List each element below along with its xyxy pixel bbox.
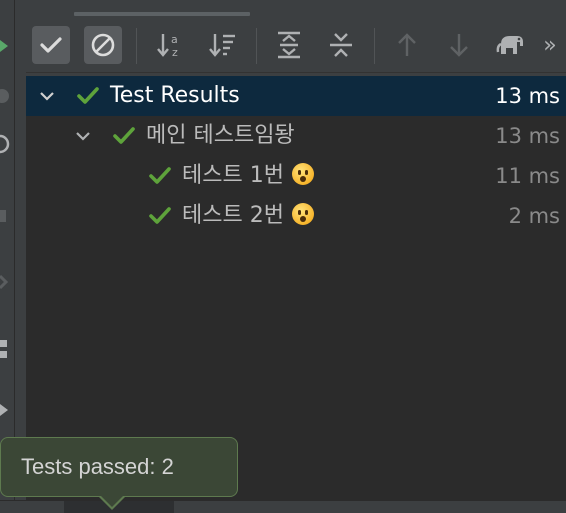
expand-all-button[interactable]: [270, 26, 308, 64]
sort-by-duration-button[interactable]: [204, 26, 242, 64]
tree-row-test[interactable]: 테스트 2번 2 ms: [26, 196, 566, 236]
next-failed-button[interactable]: [440, 26, 478, 64]
passed-check-icon: [77, 87, 99, 104]
rerun-failed-icon[interactable]: [0, 132, 12, 156]
tree-row-test[interactable]: 테스트 1번 11 ms: [26, 156, 566, 196]
tree-row-root[interactable]: Test Results 13 ms: [26, 76, 566, 116]
status-bar: [0, 500, 566, 513]
hushed-face-icon: [291, 163, 314, 185]
sort-alphabetically-button[interactable]: a z: [152, 26, 190, 64]
show-ignored-toggle[interactable]: [84, 26, 122, 64]
active-tab-indicator: [74, 12, 250, 16]
ignored-icon: [91, 33, 115, 57]
svg-text:z: z: [172, 46, 178, 59]
test-name: 테스트 2번: [182, 203, 284, 228]
tree-row-label: 테스트 2번: [182, 202, 314, 230]
tree-row-label: Test Results: [110, 83, 240, 108]
chevron-down-icon[interactable]: [74, 127, 92, 145]
tree-row-duration: 2 ms: [508, 204, 560, 228]
balloon-text: Tests passed: 2: [21, 454, 174, 479]
layout-icon[interactable]: [0, 338, 12, 362]
test-name: 테스트 1번: [182, 163, 284, 188]
sort-alpha-icon: a z: [157, 33, 178, 59]
tree-row-label: 메인 테스트임돵: [146, 123, 295, 148]
hushed-face-icon: [291, 203, 314, 225]
passed-check-icon: [149, 167, 171, 184]
double-chevron-right-icon: »: [543, 32, 557, 58]
run-icon[interactable]: [0, 34, 12, 58]
svg-text:a: a: [171, 33, 178, 46]
tree-row-label: 테스트 1번: [182, 162, 314, 190]
balloon-pointer-fill: [100, 495, 124, 507]
more-actions-button[interactable]: »: [534, 26, 566, 64]
tree-row-suite[interactable]: 메인 테스트임돵 13 ms: [26, 116, 566, 156]
tab-strip: [26, 0, 566, 18]
stop-icon[interactable]: [0, 204, 12, 228]
check-icon: [40, 37, 62, 53]
rerun-icon[interactable]: [0, 84, 12, 108]
collapse-all-icon: [330, 33, 352, 57]
arrow-up-icon: [398, 33, 416, 56]
collapse-all-button[interactable]: [322, 26, 360, 64]
pin-icon[interactable]: [0, 268, 12, 292]
passed-check-icon: [149, 207, 171, 224]
chevron-down-icon[interactable]: [38, 87, 56, 105]
tool-window-gutter: [0, 0, 15, 512]
expand-all-icon: [278, 31, 300, 59]
elephant-icon: [496, 36, 523, 54]
tree-row-duration: 11 ms: [495, 164, 560, 188]
show-passed-toggle[interactable]: [32, 26, 70, 64]
tests-passed-balloon[interactable]: Tests passed: 2: [0, 437, 238, 497]
previous-failed-button[interactable]: [388, 26, 426, 64]
sort-duration-icon: [209, 34, 235, 57]
tree-row-duration: 13 ms: [495, 124, 560, 148]
toolbar-separator: [136, 28, 137, 64]
tree-row-duration: 13 ms: [495, 84, 560, 108]
passed-check-icon: [113, 127, 135, 144]
test-runner-toolbar: a z »: [26, 20, 566, 73]
import-tests-button[interactable]: [492, 26, 530, 64]
expand-panel-icon[interactable]: [0, 398, 12, 422]
arrow-down-icon: [450, 34, 468, 57]
toolbar-separator: [256, 28, 257, 64]
toolbar-separator: [374, 28, 375, 64]
